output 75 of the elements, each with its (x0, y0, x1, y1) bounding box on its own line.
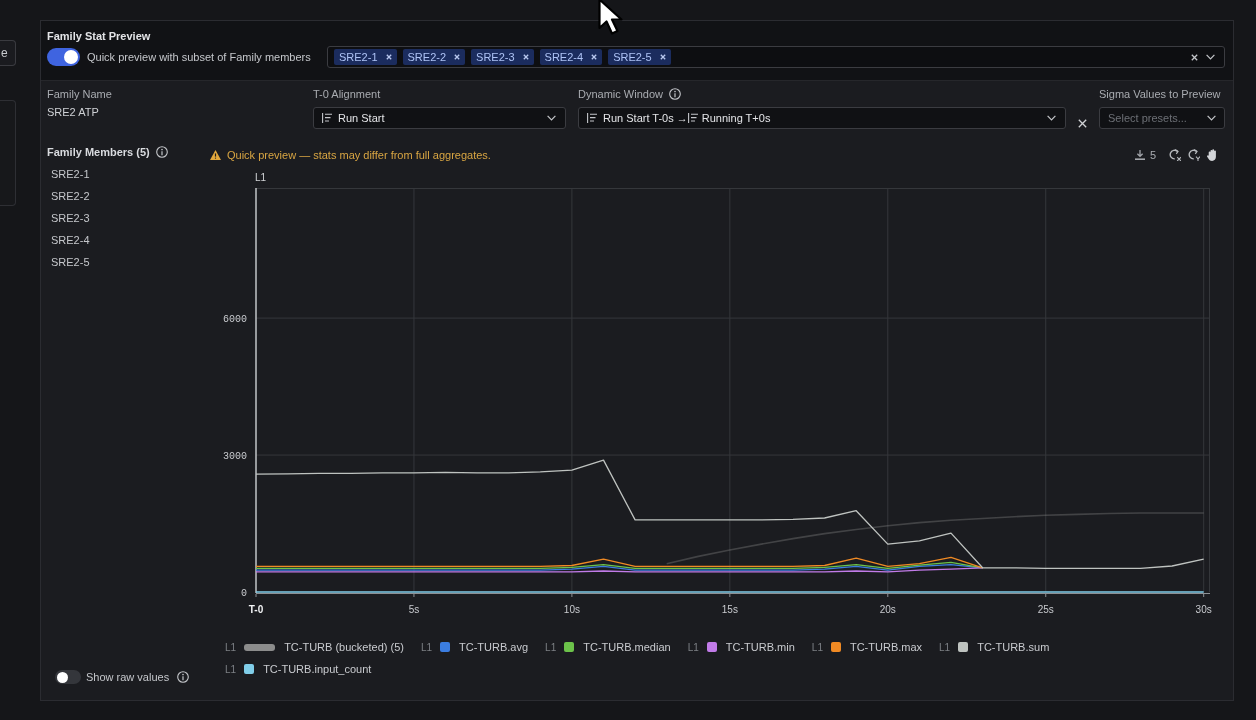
y-tick-label: 6000 (223, 313, 247, 325)
legend-axis-label: L1 (811, 641, 823, 653)
x-tick-label: 30s (1195, 604, 1212, 615)
side-button[interactable]: e (0, 40, 16, 66)
legend-axis-label: L1 (225, 641, 237, 653)
legend-axis-label: L1 (545, 641, 557, 653)
warning-text: Quick preview — stats may differ from full aggregates. (227, 149, 491, 161)
legend-label: TC-TURB.avg (459, 641, 529, 653)
x-tick-label: 5s (408, 604, 420, 615)
field-label: Sigma Values to Preview (1099, 87, 1221, 101)
section-title: Family Members (5) (47, 146, 150, 158)
close-icon[interactable] (454, 54, 461, 60)
legend-axis-label: L1 (225, 663, 237, 675)
hand-icon[interactable] (1207, 149, 1218, 161)
lines-icon (687, 113, 698, 123)
close-icon[interactable] (1078, 119, 1087, 128)
close-icon[interactable] (591, 54, 598, 60)
legend-label: TC-TURB.max (849, 641, 923, 653)
toggle-switch[interactable] (47, 48, 80, 66)
window-select[interactable]: Run Start T-0s → Running T+0s (578, 107, 1066, 129)
download-button[interactable]: 5 (1134, 149, 1156, 161)
member-chip[interactable]: SRE2-3 (471, 49, 534, 65)
chevron-down-icon[interactable] (1207, 115, 1216, 121)
alignment-select[interactable]: Run Start (313, 107, 566, 129)
close-icon[interactable] (1191, 53, 1198, 61)
legend-label: TC-TURB.min (725, 641, 795, 653)
warning-icon (210, 150, 221, 160)
info-icon (668, 88, 681, 100)
download-icon (1134, 150, 1145, 160)
chevron-down-icon[interactable] (1047, 115, 1056, 121)
lines-icon (322, 113, 332, 123)
close-icon[interactable] (659, 54, 666, 60)
member-item: SRE2-1 (50, 167, 91, 182)
member-chip[interactable]: SRE2-1 (334, 49, 397, 65)
legend-label: TC-TURB.sum (977, 641, 1050, 653)
rotate-y-icon[interactable] (1188, 149, 1200, 161)
toggle-switch[interactable] (55, 670, 81, 684)
x-tick-label: T-0 (248, 604, 264, 615)
member-item: SRE2-2 (50, 189, 91, 204)
legend-label: TC-TURB (bucketed) (5) (284, 641, 404, 653)
toggle-label: Show raw values (86, 671, 170, 683)
x-tick-label: 25s (1037, 604, 1054, 615)
member-item: SRE2-4 (50, 233, 91, 248)
y-tick-label: 0 (241, 587, 247, 599)
field-label: Dynamic Window (578, 87, 663, 101)
lines-icon (587, 113, 597, 123)
toggle-label: Quick preview with subset of Family members (87, 51, 312, 63)
legend-axis-label: L1 (420, 641, 433, 653)
field-label: Family Name (47, 87, 112, 101)
sigma-select[interactable]: Select presets... (1099, 107, 1225, 129)
legend-axis-label: L1 (939, 641, 951, 653)
member-item: SRE2-3 (50, 211, 91, 226)
x-tick-label: 20s (879, 604, 896, 615)
member-chip[interactable]: SRE2-4 (539, 49, 603, 65)
legend-label: TC-TURB.median (583, 641, 671, 653)
x-tick-label: 10s (563, 604, 580, 615)
field-value: SRE2 ATP (47, 105, 100, 119)
member-item: SRE2-5 (50, 255, 91, 270)
rotate-x-icon[interactable] (1169, 149, 1181, 161)
info-icon (177, 671, 190, 683)
member-select-field[interactable]: SRE2-1 SRE2-2 SRE2-3 SRE2-4 SRE2-5 (327, 46, 1225, 68)
member-chip[interactable]: SRE2-5 (608, 49, 671, 65)
chevron-down-icon[interactable] (1206, 54, 1215, 60)
axis-title: L1 (255, 172, 267, 183)
legend-label: TC-TURB.input_count (263, 663, 372, 675)
info-icon (155, 146, 168, 158)
chevron-down-icon[interactable] (547, 115, 556, 121)
field-label: T-0 Alignment (313, 87, 381, 101)
y-tick-label: 3000 (223, 450, 247, 462)
panel-title: Family Stat Preview (47, 29, 152, 43)
close-icon[interactable] (522, 54, 529, 60)
x-tick-label: 15s (721, 604, 738, 615)
member-chip[interactable]: SRE2-2 (402, 49, 466, 65)
legend-axis-label: L1 (687, 641, 699, 653)
close-icon[interactable] (385, 54, 392, 60)
